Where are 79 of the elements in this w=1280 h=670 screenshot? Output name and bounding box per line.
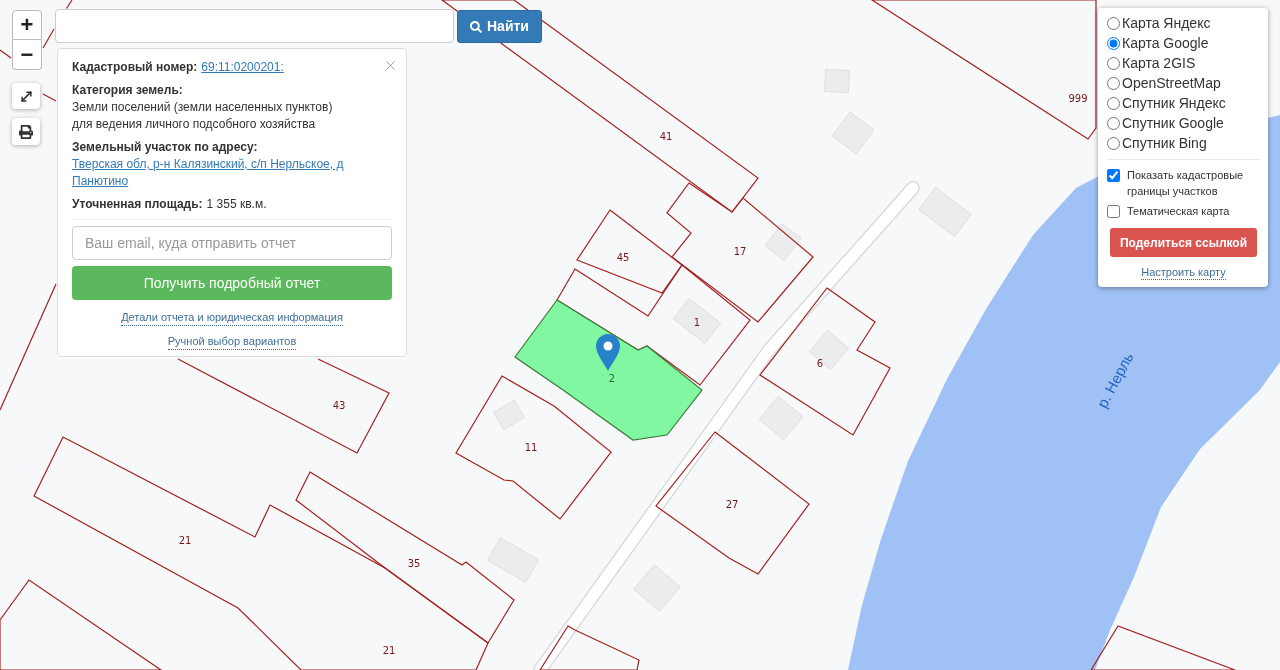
- field-label: Категория земель:: [72, 82, 183, 99]
- map-layer-option[interactable]: Карта Google: [1107, 33, 1260, 53]
- building: [808, 329, 850, 371]
- parcel-number: 2: [608, 372, 616, 384]
- map-layer-option[interactable]: Спутник Google: [1107, 113, 1260, 133]
- fullscreen-button[interactable]: [12, 83, 40, 109]
- map-layer-option[interactable]: Спутник Bing: [1107, 133, 1260, 153]
- map-layer-option[interactable]: Спутник Яндекс: [1107, 93, 1260, 113]
- print-button[interactable]: [12, 118, 40, 145]
- field-link[interactable]: Тверская обл, р-н Калязинский, с/п Нерльское, д Панютино: [72, 156, 392, 190]
- diagonal-arrows-icon: [18, 88, 34, 104]
- building: [486, 537, 540, 583]
- map-pin-icon: [596, 334, 620, 371]
- land-parcel[interactable]: [869, 0, 1097, 140]
- radio-button[interactable]: [1107, 16, 1120, 30]
- checkbox[interactable]: [1107, 169, 1120, 182]
- land-parcel[interactable]: [33, 436, 489, 670]
- parcel-outline: [65, 0, 73, 10]
- building: [764, 223, 802, 261]
- field-value: 1 355 кв.м.: [206, 196, 267, 213]
- land-parcel[interactable]: [440, 0, 759, 213]
- search-icon: [470, 20, 482, 33]
- map-layer-option[interactable]: Карта Яндекс: [1107, 13, 1260, 33]
- parcel-outline: [0, 49, 12, 59]
- info-link[interactable]: Детали отчета и юридическая информация: [121, 310, 343, 326]
- building: [633, 564, 681, 612]
- parcel-number: 17: [733, 245, 747, 257]
- checkbox-label: Тематическая карта: [1127, 204, 1230, 219]
- land-parcel[interactable]: [576, 209, 683, 294]
- building: [831, 111, 875, 155]
- parcel-number: 999: [1068, 92, 1088, 104]
- settings-link[interactable]: Настроить карту: [1141, 265, 1226, 280]
- building: [758, 395, 804, 441]
- search-button[interactable]: Найти: [457, 10, 542, 43]
- checkbox-label: Показать кадастровые границы участков: [1127, 168, 1245, 199]
- map-layer-option[interactable]: OpenStreetMap: [1107, 73, 1260, 93]
- search-field[interactable]: [55, 9, 454, 43]
- land-parcel[interactable]: [759, 287, 891, 436]
- field-label: Кадастровый номер:: [72, 59, 198, 76]
- share-button[interactable]: Поделиться ссылкой: [1109, 228, 1258, 257]
- field-label: Уточненная площадь:: [72, 196, 203, 213]
- building: [672, 297, 722, 345]
- parcel-number: 27: [725, 498, 739, 510]
- printer-icon: [19, 124, 33, 139]
- parcel-number: 21: [178, 534, 192, 546]
- building: [918, 186, 972, 238]
- zoom-in-button[interactable]: +: [12, 10, 42, 40]
- field-label: Земельный участок по адресу:: [72, 139, 258, 156]
- radio-button[interactable]: [1107, 96, 1120, 110]
- parcel-number: 43: [332, 399, 346, 411]
- parcel-number: 45: [616, 251, 630, 263]
- land-parcel[interactable]: [655, 431, 810, 575]
- field-link[interactable]: 69:11:0200201:: [201, 59, 284, 76]
- parcel-outline: [42, 93, 57, 102]
- land-parcel[interactable]: [177, 358, 390, 454]
- parcel-number: 6: [816, 357, 824, 369]
- parcel-number: 1: [693, 316, 701, 328]
- parcel-outline: [42, 28, 55, 49]
- radio-button[interactable]: [1107, 76, 1120, 90]
- checkbox[interactable]: [1107, 205, 1120, 218]
- parcel-number: 11: [524, 441, 538, 453]
- building: [493, 399, 525, 431]
- info-link[interactable]: Ручной выбор вариантов: [167, 334, 297, 350]
- land-parcel[interactable]: [295, 471, 515, 644]
- land-parcel[interactable]: [455, 375, 612, 520]
- map-layer-option[interactable]: Карта 2GIS: [1107, 53, 1260, 73]
- field-value: Земли поселений (земли населенных пунктов): [72, 99, 333, 116]
- email-field[interactable]: Ваш email, куда отправить отчет: [72, 226, 392, 260]
- parcel-number: 35: [407, 557, 421, 569]
- radio-button[interactable]: [1107, 56, 1120, 70]
- radio-button[interactable]: [1107, 36, 1120, 50]
- radio-button[interactable]: [1107, 116, 1120, 130]
- building: [823, 68, 851, 94]
- parcel-number: 21: [382, 644, 396, 656]
- radio-button[interactable]: [1107, 136, 1120, 150]
- parcel-number: 41: [659, 130, 673, 142]
- zoom-out-button[interactable]: −: [12, 40, 42, 70]
- field-note: для ведения личного подсобного хозяйства: [72, 116, 317, 133]
- land-parcel[interactable]: [514, 299, 703, 441]
